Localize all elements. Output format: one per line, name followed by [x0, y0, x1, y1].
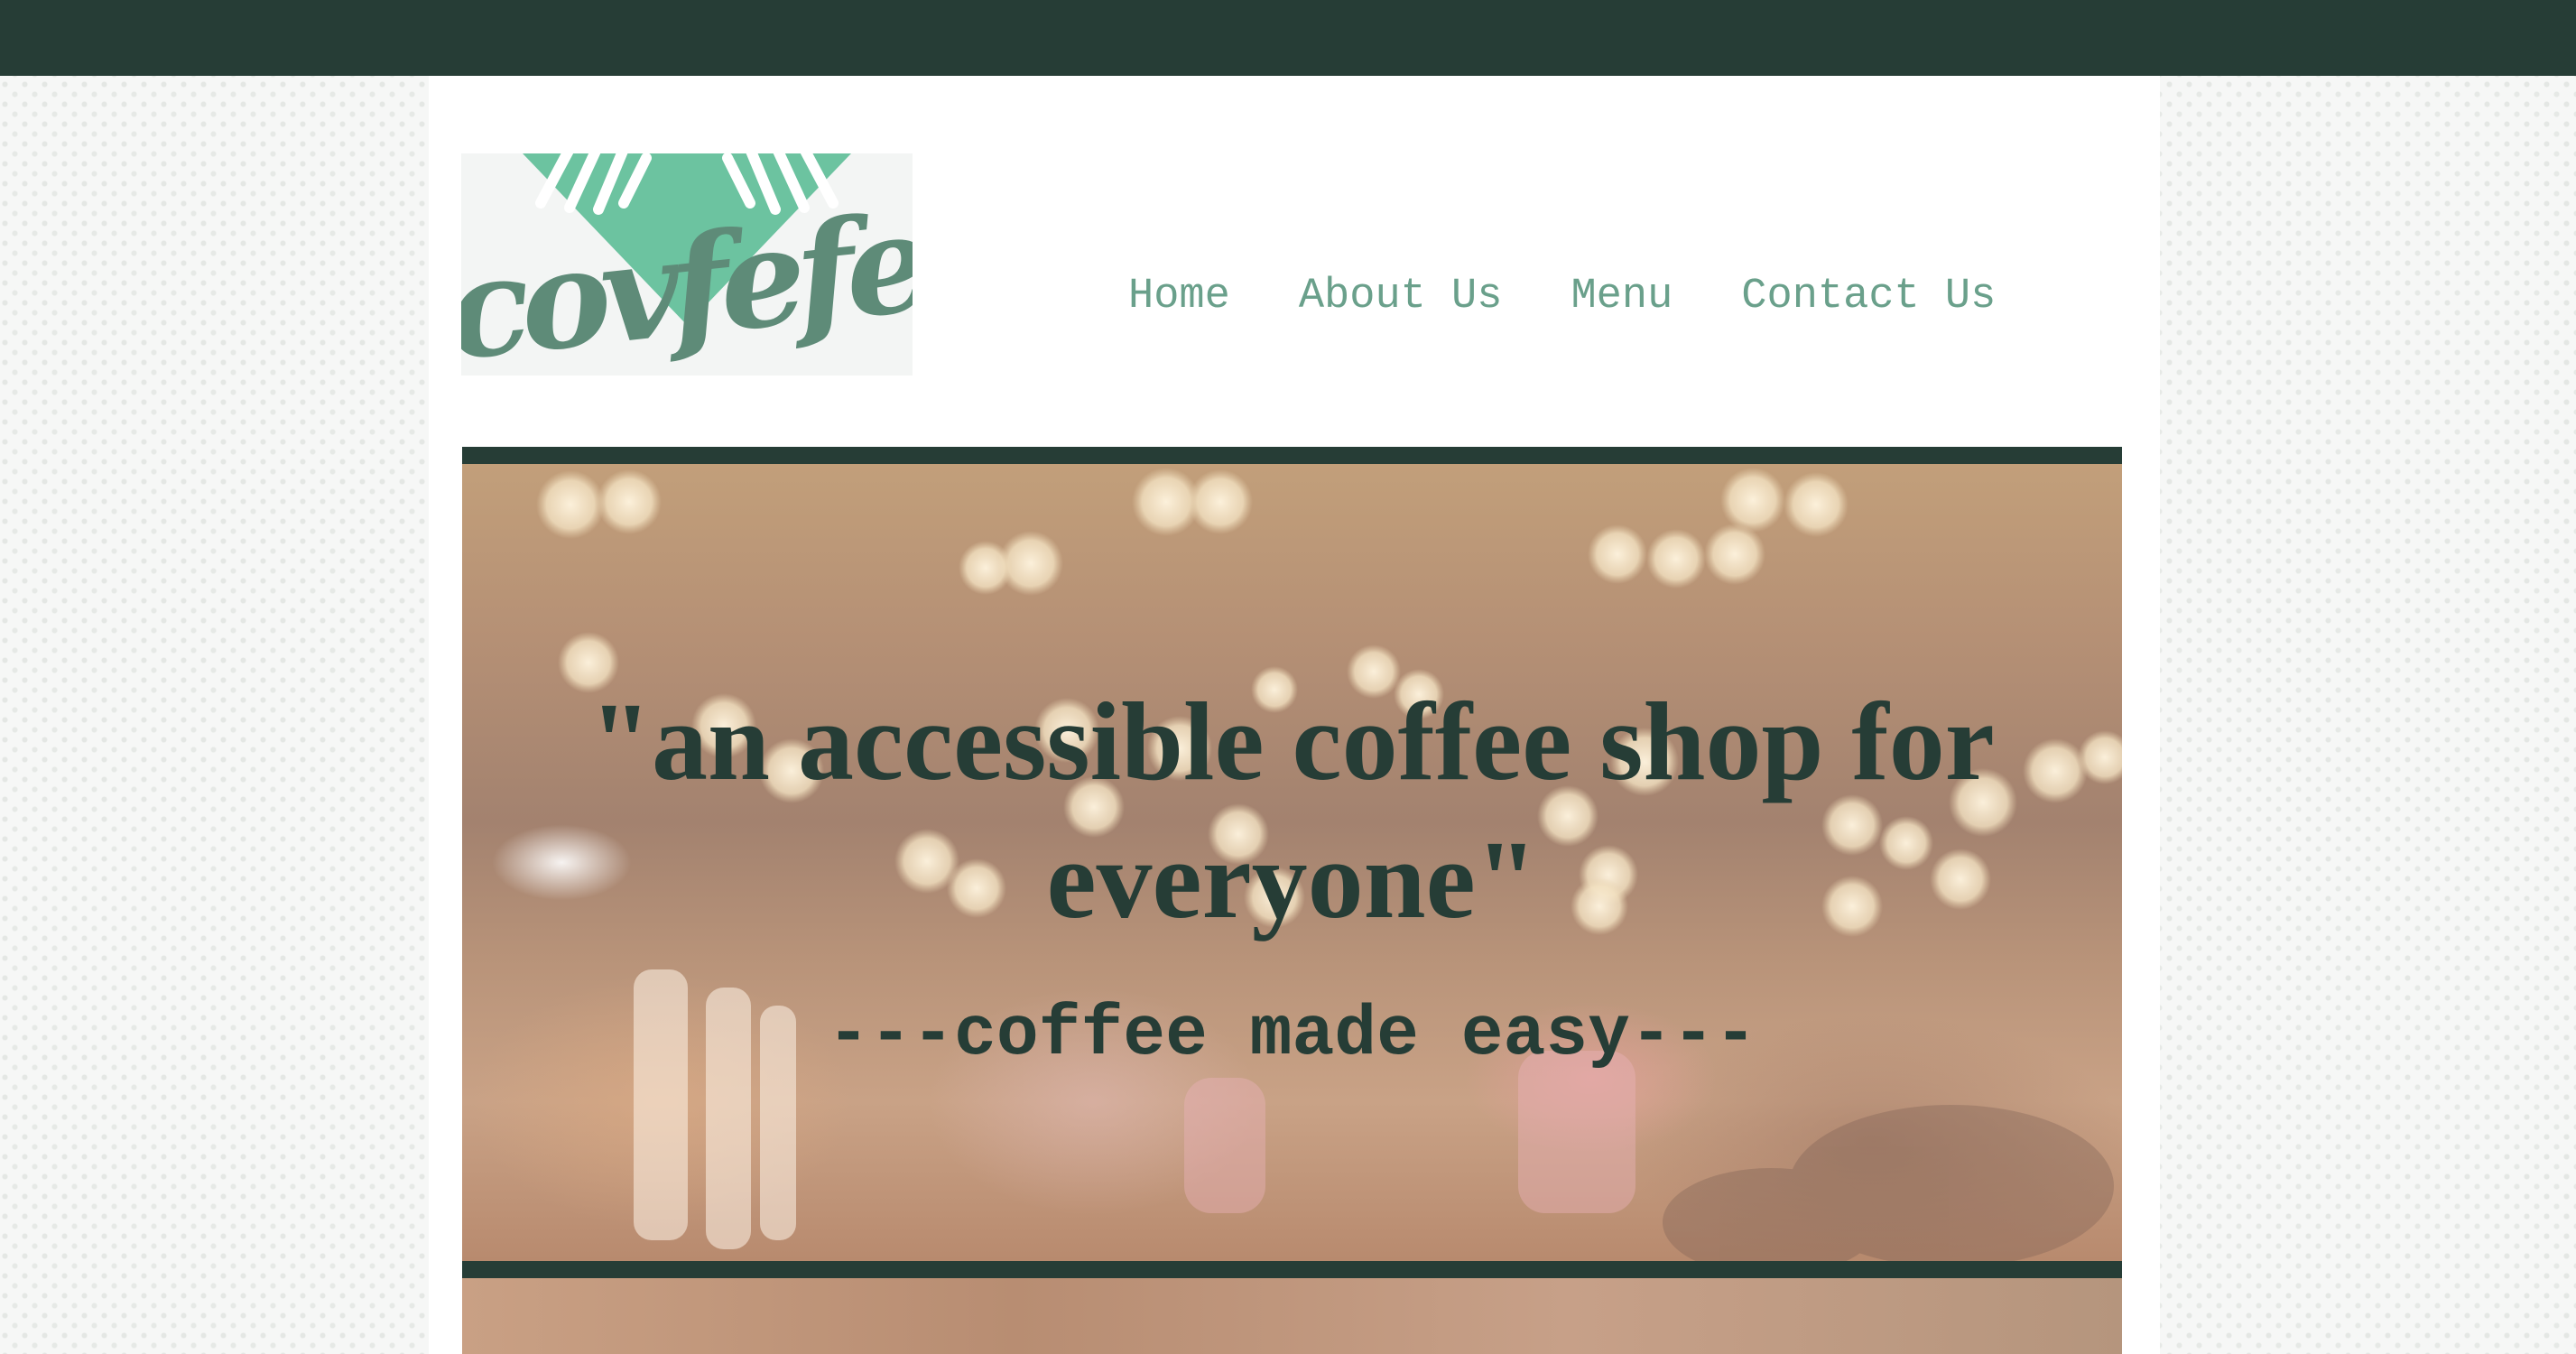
top-bar [0, 0, 2576, 76]
covfefe-logo-icon: covfefe [461, 153, 913, 376]
hero-tagline: ---coffee made easy--- [827, 996, 1757, 1075]
main-nav: Home About Us Menu Contact Us [1128, 273, 1996, 320]
hero-banner: "an accessible coffee shop for everyone"… [462, 447, 2122, 1278]
hero-border-bottom [462, 1261, 2122, 1278]
next-section-image [462, 1278, 2122, 1354]
hero-quote: "an accessible coffee shop for everyone" [589, 680, 1995, 941]
site-logo[interactable]: covfefe [461, 153, 913, 376]
page-container: covfefe Home About Us Menu Contact Us "a… [429, 76, 2160, 1354]
nav-menu[interactable]: Menu [1571, 273, 1673, 320]
nav-about-us[interactable]: About Us [1299, 273, 1503, 320]
nav-contact-us[interactable]: Contact Us [1741, 273, 1996, 320]
hero-border-top [462, 447, 2122, 464]
nav-home[interactable]: Home [1128, 273, 1230, 320]
logo-wordmark: covfefe [461, 183, 913, 376]
